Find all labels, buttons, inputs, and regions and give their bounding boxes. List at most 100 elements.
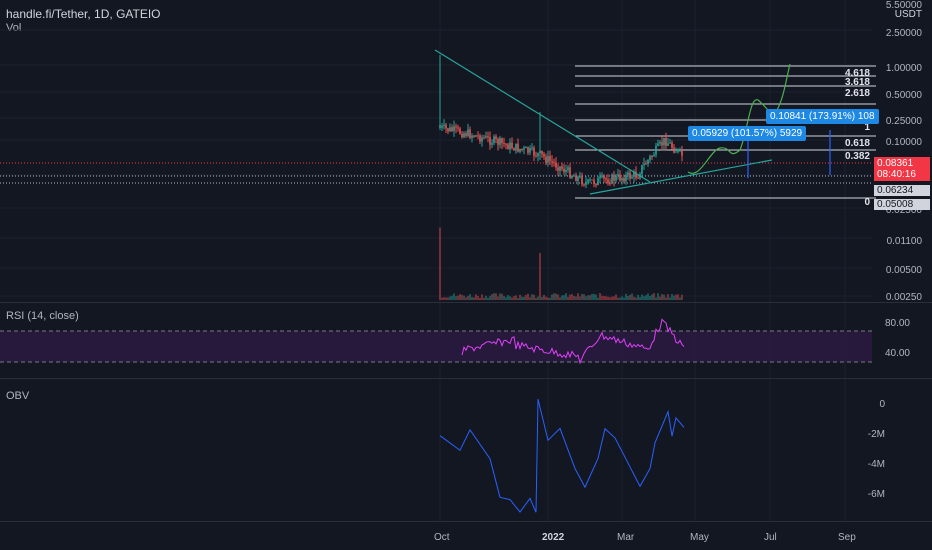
volume-bar [639,297,641,300]
pane-divider-rsi[interactable] [0,302,932,303]
candle-body [671,142,673,148]
candle-body [585,181,587,185]
candle-body [643,163,645,166]
candle-body [519,148,521,152]
price-range-measure[interactable]: 0.10841 (173.91%) 108 [766,109,879,124]
chart-canvas[interactable] [0,0,932,550]
volume-bar [525,294,527,300]
volume-bar [681,294,683,300]
candle-body [563,168,565,172]
volume-bar [527,293,529,300]
candle-body [665,137,667,146]
volume-bar [649,296,651,300]
volume-bar [621,296,623,300]
fib-level-label[interactable]: 0.382 [840,151,870,162]
candle-body [593,180,595,184]
candle-body [605,178,607,180]
obv-label[interactable]: OBV [6,390,29,402]
volume-bar [495,293,497,300]
candle-body [481,137,483,142]
volume-bar [645,295,647,300]
candle-body [607,179,609,184]
candle-body [681,149,683,156]
rsi-label[interactable]: RSI (14, close) [6,310,79,322]
candle-body [571,175,573,178]
volume-bar [669,297,671,300]
volume-bar [657,293,659,300]
volume-bar [463,295,465,300]
volume-bar [505,297,507,300]
obv-tick: -2M [867,429,885,440]
pane-divider-obv[interactable] [0,378,932,379]
candle-body [629,172,631,179]
time-tick: 2022 [542,532,565,543]
candle-body [545,156,547,163]
volume-bar [489,295,491,300]
price-range-measure[interactable]: 0.05929 (101.57%) 5929 [688,126,807,141]
candle-body [515,143,517,151]
volume-bar [597,297,599,300]
volume-bar [529,297,531,300]
candle-body [579,176,581,178]
candle-body [495,136,497,139]
volume-bar [629,294,631,300]
price-tick: 0.00500 [885,265,922,276]
candle-body [669,142,671,144]
price-tick: 0.50000 [885,90,922,101]
candle-body [527,147,529,153]
candle-body [603,175,605,179]
fib-level-label[interactable]: 0 [840,197,870,208]
volume-bar [465,297,467,300]
candle-body [541,150,543,155]
volume-bar [559,297,561,300]
volume-bar [671,293,673,300]
volume-bar [441,297,443,300]
candle-body [543,154,545,157]
price-tick: 1.00000 [885,63,922,74]
volume-bar [623,297,625,300]
fib-level-label[interactable]: 3.618 [840,77,870,88]
candle-body [517,143,519,152]
candle-body [467,129,469,136]
candle-body [455,126,457,128]
volume-bar [519,294,521,300]
candle-body [549,156,551,161]
volume-bar [545,296,547,300]
candle-body [649,156,651,161]
candle-body [473,135,475,137]
volume-bar [667,294,669,300]
candle-body [637,177,639,179]
candle-body [661,141,663,146]
candle-body [575,175,577,182]
fib-level-label[interactable]: 0.618 [840,138,870,149]
fib-level-label[interactable]: 2.618 [840,88,870,99]
candle-body [673,147,675,153]
candle-body [451,127,453,132]
candle-body [627,172,629,175]
candle-body [491,143,493,145]
volume-bar [487,297,489,300]
volume-bar [477,296,479,300]
volume-bar [539,252,541,300]
candle-body [577,176,579,182]
price-level-tag: 0.05008 [874,199,930,210]
candle-body [657,143,659,146]
candle-body [499,138,501,145]
price-tick: 0.01100 [886,236,922,247]
candle-body [493,136,495,144]
price-tick: 0.25000 [885,116,922,127]
volume-bar [513,296,515,300]
volume-bar [665,297,667,300]
volume-bar [509,296,511,300]
volume-bar [549,297,551,300]
volume-bar [587,295,589,300]
volume-bar [517,297,519,300]
volume-bar [479,297,481,300]
countdown-tag: 08:40:16 [874,169,930,181]
candle-body [663,137,665,146]
volume-bar [445,297,447,300]
volume-bar [593,293,595,300]
candle-body [483,137,485,139]
candle-body [675,151,677,153]
volume-bar [555,293,557,300]
